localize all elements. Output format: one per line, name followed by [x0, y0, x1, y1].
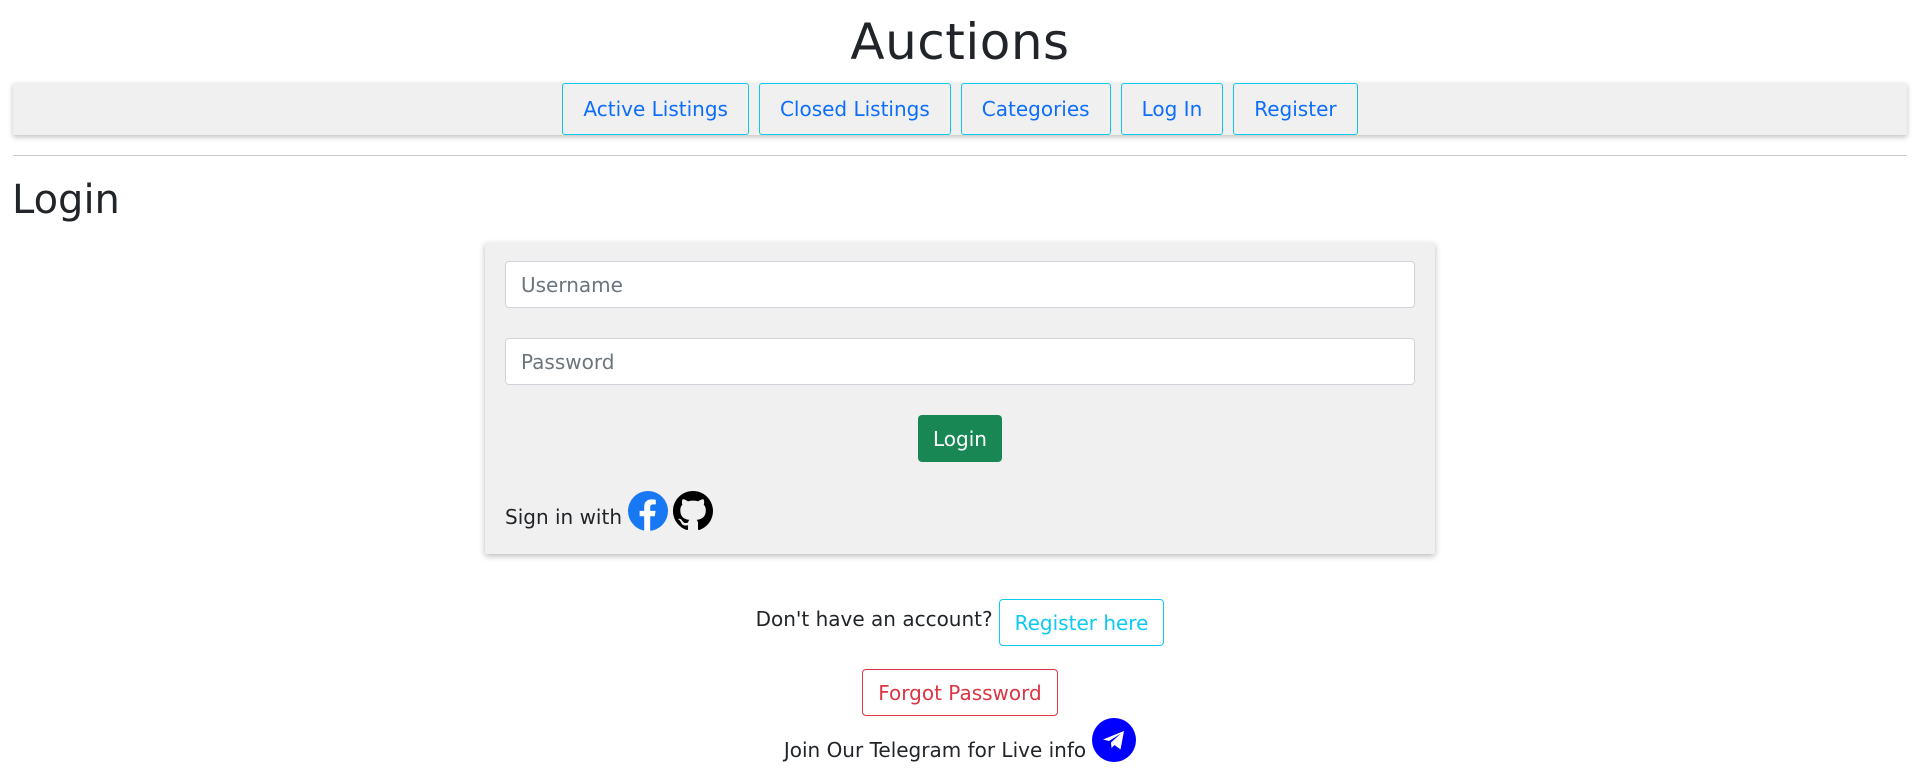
divider: [13, 155, 1907, 156]
forgot-password-button[interactable]: Forgot Password: [862, 669, 1058, 716]
login-button[interactable]: Login: [918, 415, 1002, 462]
signin-label: Sign in with: [505, 505, 623, 529]
nav-categories[interactable]: Categories: [960, 83, 1111, 135]
telegram-link[interactable]: [1092, 718, 1137, 762]
social-signin-row: Sign in with: [505, 491, 718, 531]
telegram-icon: [1092, 718, 1137, 762]
telegram-row: Join Our Telegram for Live info: [0, 718, 1920, 762]
telegram-text: Join Our Telegram for Live info: [783, 738, 1087, 762]
register-here-button[interactable]: Register here: [998, 599, 1165, 646]
nav-closed-listings[interactable]: Closed Listings: [758, 83, 951, 135]
facebook-login-link[interactable]: [628, 491, 669, 531]
forgot-password-row: Forgot Password: [0, 669, 1920, 716]
main-navbar: Active Listings Closed Listings Categori…: [13, 83, 1907, 135]
nav-register[interactable]: Register: [1233, 83, 1358, 135]
facebook-icon: [628, 491, 669, 531]
username-input[interactable]: [505, 261, 1415, 308]
github-icon: [673, 491, 714, 531]
password-input[interactable]: [505, 338, 1415, 385]
register-prompt-text: Don't have an account?: [755, 607, 993, 631]
register-prompt-row: Don't have an account? Register here: [0, 592, 1920, 646]
nav-active-listings[interactable]: Active Listings: [562, 83, 749, 135]
login-card: Login Sign in with: [485, 243, 1435, 554]
site-title: Auctions: [850, 13, 1070, 71]
nav-log-in[interactable]: Log In: [1120, 83, 1224, 135]
github-login-link[interactable]: [673, 491, 714, 531]
page-title: Login: [12, 177, 120, 223]
